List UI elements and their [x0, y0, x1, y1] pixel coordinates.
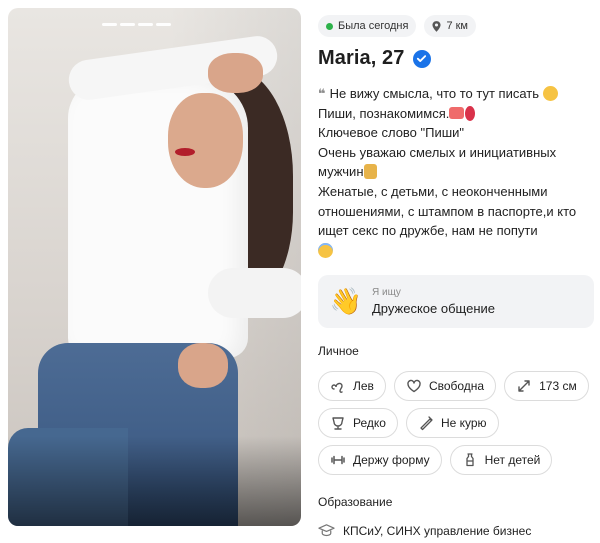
- name-row: Maria, 27: [318, 47, 431, 70]
- online-status-badge: Была сегодня: [318, 15, 417, 37]
- story-bar[interactable]: [156, 23, 171, 26]
- bio-line: Женатые, с детьми, с неоконченными отнош…: [318, 183, 577, 239]
- tag-smoking: Не курю: [405, 408, 499, 438]
- envelope-emoji-icon: [449, 106, 465, 119]
- graduation-cap-icon: [318, 524, 335, 537]
- profile-bio: ❝ Не вижу смысла, что то тут писать Пиши,…: [318, 84, 596, 260]
- seeking-label: Я ищу: [372, 287, 401, 298]
- no-smoking-icon: [420, 416, 433, 431]
- waving-hand-icon: 👋: [329, 286, 363, 316]
- tag-zodiac: Лев: [318, 371, 386, 401]
- education-row: КПСиУ, СИНХ управление бизнес: [318, 522, 531, 539]
- photo-bottom-gradient: [8, 436, 301, 526]
- tag-label: Не курю: [440, 416, 487, 430]
- story-bar[interactable]: [102, 23, 117, 26]
- photo-sleeve: [208, 268, 301, 318]
- cheers-emoji-icon: [363, 164, 377, 180]
- smirk-emoji-icon: [542, 86, 558, 101]
- tag-label: 173 см: [539, 379, 577, 393]
- story-bar[interactable]: [120, 23, 135, 26]
- distance-label: 7 км: [446, 20, 468, 32]
- personal-tags-row: Держу форму Нет детей: [318, 445, 553, 475]
- photo-story-bars: [102, 23, 171, 26]
- tag-fitness: Держу форму: [318, 445, 442, 475]
- online-status-label: Была сегодня: [338, 20, 409, 32]
- tag-label: Лев: [353, 379, 374, 393]
- personal-tags-row: Редко Не курю: [318, 408, 499, 438]
- photo-lips: [175, 148, 195, 156]
- tag-height: 173 см: [504, 371, 589, 401]
- profile-name: Maria, 27: [318, 47, 405, 69]
- tag-label: Редко: [353, 416, 386, 430]
- online-dot-icon: [326, 22, 333, 30]
- photo-hand-hip: [178, 343, 228, 388]
- tag-children: Нет детей: [449, 445, 553, 475]
- bio-line: Ключевое слово "Пиши": [318, 125, 465, 141]
- photo-face: [168, 93, 243, 188]
- bottle-icon: [465, 453, 474, 467]
- height-icon: [518, 380, 530, 392]
- personal-section-title: Личное: [318, 344, 359, 358]
- heart-icon: [407, 379, 421, 393]
- location-pin-icon: [432, 20, 441, 32]
- tag-relationship: Свободна: [393, 371, 497, 401]
- bio-line: Пиши, познакомимся.: [318, 105, 450, 121]
- story-bar[interactable]: [138, 23, 153, 26]
- bio-line: Очень уважаю смелых и инициативных мужчи…: [318, 144, 557, 180]
- dumbbell-icon: [331, 455, 345, 465]
- bio-line: Не вижу смысла, что то тут писать: [329, 86, 540, 101]
- tag-drinking: Редко: [318, 408, 398, 438]
- profile-photo[interactable]: [8, 8, 301, 526]
- seeking-card: 👋 Я ищу Дружеское общение: [318, 275, 594, 328]
- education-section-title: Образование: [318, 495, 393, 509]
- tag-label: Держу форму: [353, 453, 430, 467]
- leo-zodiac-icon: [331, 382, 343, 393]
- rose-emoji-icon: [465, 105, 476, 121]
- drink-icon: [332, 417, 344, 430]
- verified-icon: [412, 49, 431, 68]
- tag-label: Свободна: [428, 379, 485, 393]
- photo-hand: [208, 53, 263, 93]
- seeking-value: Дружеское общение: [372, 301, 495, 316]
- education-value: КПСиУ, СИНХ управление бизнес: [343, 523, 532, 538]
- status-chips: Была сегодня 7 км: [318, 15, 476, 37]
- distance-badge: 7 км: [424, 15, 476, 37]
- halo-emoji-icon: [318, 242, 333, 258]
- personal-tags-row: Лев Свободна 173 см: [318, 371, 589, 401]
- tag-label: Нет детей: [484, 453, 541, 467]
- quote-icon: ❝: [318, 86, 326, 101]
